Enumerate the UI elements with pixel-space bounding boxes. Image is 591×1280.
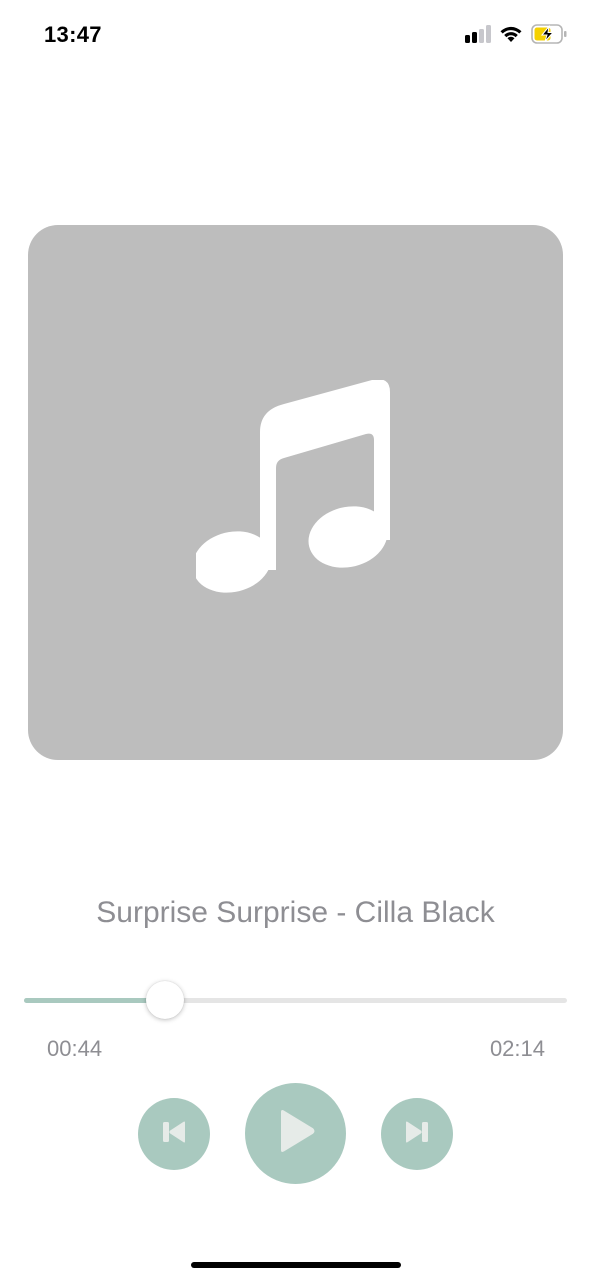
slider-track[interactable]	[24, 998, 567, 1003]
home-indicator[interactable]	[191, 1262, 401, 1268]
wifi-icon	[499, 25, 523, 48]
elapsed-time: 00:44	[47, 1036, 103, 1061]
track-title: Surprise Surprise - Cilla Black	[96, 896, 495, 929]
slider-thumb[interactable]	[146, 981, 185, 1019]
status-bar: 13:47	[0, 0, 591, 70]
cellular-signal-icon	[465, 25, 491, 48]
play-button[interactable]	[245, 1083, 346, 1184]
status-time: 13:47	[44, 22, 102, 47]
music-note-icon	[192, 379, 396, 605]
previous-button[interactable]	[138, 1098, 210, 1170]
next-button[interactable]	[381, 1098, 453, 1170]
progress-slider[interactable]	[24, 981, 567, 1019]
status-icons	[465, 24, 567, 49]
play-icon	[276, 1109, 316, 1158]
skip-previous-icon	[161, 1120, 187, 1149]
total-duration: 02:14	[489, 1036, 545, 1061]
battery-charging-icon	[531, 24, 567, 49]
album-artwork	[28, 225, 563, 760]
skip-next-icon	[404, 1120, 430, 1149]
slider-fill	[24, 998, 166, 1003]
playback-controls	[0, 1083, 591, 1184]
